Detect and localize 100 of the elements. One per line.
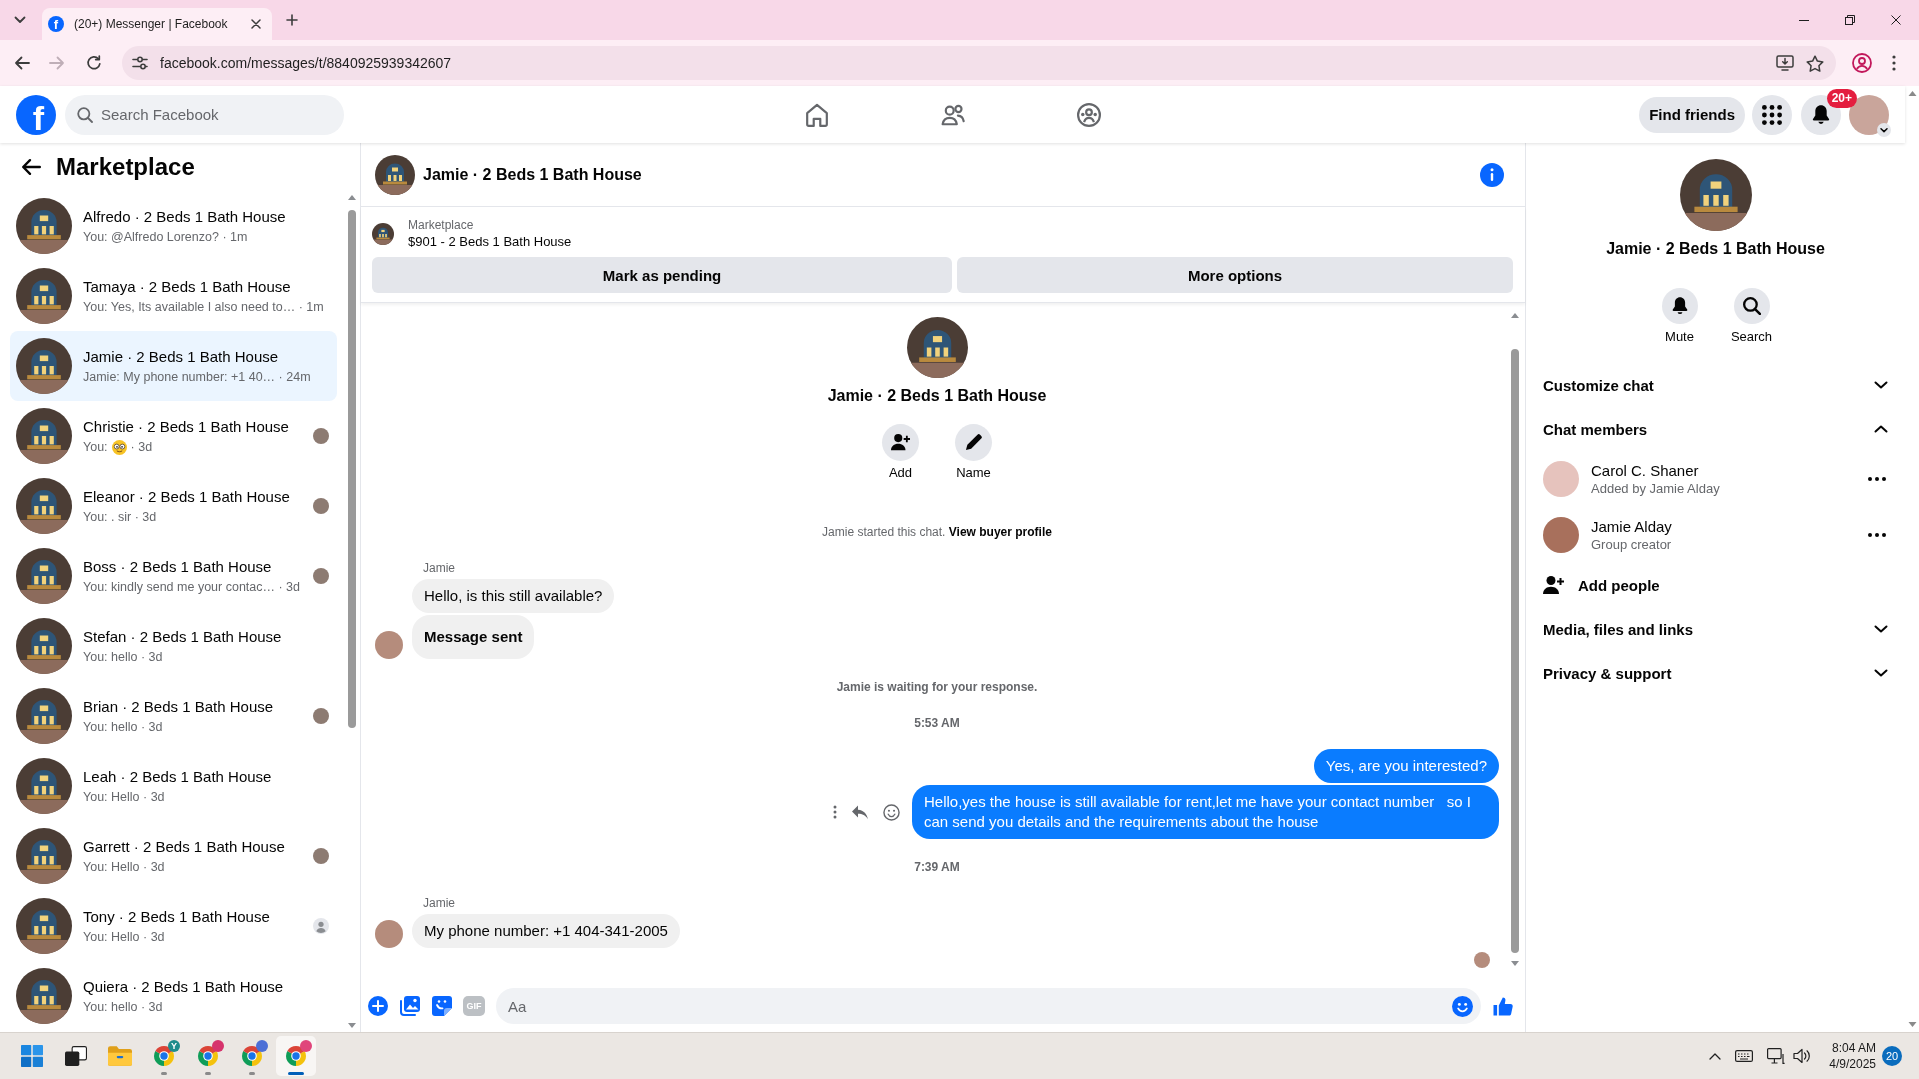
clock-date[interactable]: 4/9/2025 bbox=[1829, 1056, 1876, 1072]
rename-button[interactable] bbox=[955, 424, 992, 461]
message-field[interactable]: Aa bbox=[496, 988, 1481, 1024]
notification-badge[interactable]: 20 bbox=[1882, 1046, 1902, 1066]
house-drawing bbox=[16, 198, 72, 254]
active-app-tile[interactable] bbox=[276, 1036, 316, 1076]
folder-icon[interactable] bbox=[108, 1046, 132, 1066]
more-icon[interactable] bbox=[1868, 477, 1886, 481]
member-name: Carol C. Shaner bbox=[1591, 461, 1700, 481]
site-favicon: f bbox=[48, 16, 64, 32]
chevron-up-icon[interactable] bbox=[1709, 1052, 1722, 1060]
mute-button[interactable] bbox=[1661, 288, 1698, 324]
conversation-item[interactable]: Leah · 2 Beds 1 Bath House You: Hello · 3d bbox=[10, 751, 337, 821]
speaker-icon[interactable] bbox=[1793, 1048, 1812, 1064]
caret-icon[interactable] bbox=[14, 16, 26, 24]
listing-title: $901 - 2 Beds 1 Bath House bbox=[408, 233, 572, 251]
scroll-up-icon[interactable] bbox=[348, 195, 356, 200]
minimize-icon[interactable] bbox=[1799, 19, 1809, 21]
incoming-message: Message sent bbox=[412, 615, 535, 659]
house-drawing bbox=[16, 828, 72, 884]
house-drawing bbox=[16, 898, 72, 954]
restore-icon[interactable] bbox=[1845, 15, 1855, 25]
section-header[interactable]: Media, files and links bbox=[1543, 607, 1888, 651]
browser-tab[interactable]: f (20+) Messenger | Facebook bbox=[42, 8, 272, 40]
star-icon[interactable] bbox=[1806, 54, 1824, 72]
site-logo[interactable]: f bbox=[16, 94, 56, 135]
plus-icon[interactable] bbox=[368, 996, 388, 1016]
browser-icon[interactable] bbox=[196, 1044, 220, 1068]
home-icon[interactable] bbox=[804, 102, 829, 127]
network-icon[interactable] bbox=[1767, 1048, 1786, 1064]
conversation-item[interactable]: Eleanor · 2 Beds 1 Bath House You: . sir · 3d bbox=[10, 471, 337, 541]
add-member-button[interactable] bbox=[882, 424, 919, 461]
info-icon[interactable] bbox=[1480, 162, 1504, 187]
house-drawing bbox=[372, 223, 394, 245]
section-header[interactable]: Privacy & support bbox=[1543, 651, 1888, 695]
image-icon[interactable] bbox=[400, 996, 420, 1016]
house-drawing bbox=[16, 408, 72, 464]
scroll-down-icon[interactable] bbox=[1907, 1022, 1917, 1027]
menu-icon[interactable] bbox=[1892, 55, 1896, 71]
plus-icon[interactable] bbox=[286, 14, 298, 26]
conversation-item[interactable]: Brian · 2 Beds 1 Bath House You: hello · 3d bbox=[10, 681, 337, 751]
conversation-item[interactable]: Quiera · 2 Beds 1 Bath House You: hello · 3d bbox=[10, 961, 337, 1031]
smiley-icon[interactable] bbox=[883, 803, 900, 821]
profile-badge: Y bbox=[168, 1040, 180, 1052]
section-header[interactable]: Customize chat bbox=[1543, 363, 1888, 407]
section-header[interactable]: Chat members bbox=[1543, 407, 1888, 451]
search-field[interactable]: Search Facebook bbox=[65, 94, 344, 135]
browser-icon[interactable] bbox=[284, 1044, 308, 1068]
close-icon[interactable] bbox=[1891, 15, 1901, 25]
sticker-icon[interactable] bbox=[432, 996, 452, 1016]
reply-icon[interactable] bbox=[851, 804, 869, 820]
task-view-icon[interactable] bbox=[65, 1046, 87, 1066]
tune-icon[interactable] bbox=[132, 56, 148, 70]
menu-button[interactable] bbox=[1752, 94, 1792, 135]
find-friends-button[interactable]: Find friends bbox=[1639, 96, 1745, 133]
sender-name: Jamie bbox=[422, 895, 455, 911]
back-icon[interactable] bbox=[14, 56, 30, 70]
thumbs-up-icon[interactable] bbox=[1493, 996, 1513, 1016]
more-icon[interactable] bbox=[1868, 533, 1886, 537]
conversation-item[interactable]: Christie · 2 Beds 1 Bath House You: · 3d bbox=[10, 401, 337, 471]
address-field[interactable]: facebook.com/messages/t/8840925939342607 bbox=[122, 46, 1836, 80]
reload-icon[interactable] bbox=[86, 55, 102, 71]
chat-title: Jamie · 2 Beds 1 Bath House bbox=[423, 165, 643, 184]
conversation-item[interactable]: Tony · 2 Beds 1 Bath House You: Hello · 3d bbox=[10, 891, 337, 961]
more-options-button[interactable]: More options bbox=[957, 257, 1513, 293]
add-people-button[interactable]: Add people bbox=[1543, 563, 1888, 607]
conversation-item[interactable]: Garrett · 2 Beds 1 Bath House You: Hello · 3d bbox=[10, 821, 337, 891]
mark-as-pending-button[interactable]: Mark as pending bbox=[372, 257, 953, 293]
groups-icon[interactable] bbox=[1076, 102, 1101, 127]
scroll-down-icon[interactable] bbox=[348, 1023, 356, 1028]
scrollbar-thumb[interactable] bbox=[1511, 349, 1519, 953]
browser-icon[interactable] bbox=[240, 1044, 264, 1068]
install-icon[interactable] bbox=[1776, 55, 1794, 71]
scroll-up-icon[interactable] bbox=[1511, 313, 1519, 318]
search-button[interactable] bbox=[1733, 288, 1770, 324]
clock-time[interactable]: 8:04 AM bbox=[1829, 1040, 1876, 1056]
action-label: Search bbox=[1730, 329, 1773, 345]
back-arrow-icon[interactable] bbox=[21, 158, 41, 176]
scroll-down-icon[interactable] bbox=[1511, 961, 1519, 966]
house-drawing bbox=[16, 478, 72, 534]
conversation-item[interactable]: Boss · 2 Beds 1 Bath House You: kindly send me your contac… · 3d bbox=[10, 541, 337, 611]
conversation-item[interactable]: Tamaya · 2 Beds 1 Bath House You: Yes, Its available I also need to… · 1m bbox=[10, 261, 337, 331]
conversation-item[interactable]: Alfredo · 2 Beds 1 Bath House You: @Alfredo Lorenzo? · 1m bbox=[10, 191, 337, 261]
action-label: Name bbox=[956, 465, 991, 481]
smiley-icon[interactable] bbox=[1452, 995, 1473, 1017]
conversation-item[interactable]: Jamie · 2 Beds 1 Bath House Jamie: My phone number: +1 40… · 24m bbox=[10, 331, 337, 401]
windows-logo-icon[interactable] bbox=[21, 1045, 43, 1067]
timestamp: 5:53 AM bbox=[914, 715, 960, 731]
friends-icon[interactable] bbox=[940, 102, 965, 127]
chevron-icon[interactable] bbox=[1877, 122, 1891, 137]
keyboard-icon[interactable] bbox=[1735, 1050, 1754, 1062]
profile-icon[interactable] bbox=[1852, 53, 1872, 73]
browser-icon[interactable] bbox=[152, 1044, 176, 1068]
scroll-up-icon[interactable] bbox=[1907, 91, 1917, 96]
scrollbar-thumb[interactable] bbox=[348, 210, 356, 728]
buyer-profile-link[interactable]: View buyer profile bbox=[948, 525, 1052, 539]
conversation-item[interactable]: Stefan · 2 Beds 1 Bath House You: hello · 3d bbox=[10, 611, 337, 681]
grid-icon bbox=[1762, 104, 1782, 125]
house-drawing bbox=[16, 268, 72, 324]
close-icon[interactable] bbox=[251, 19, 261, 29]
